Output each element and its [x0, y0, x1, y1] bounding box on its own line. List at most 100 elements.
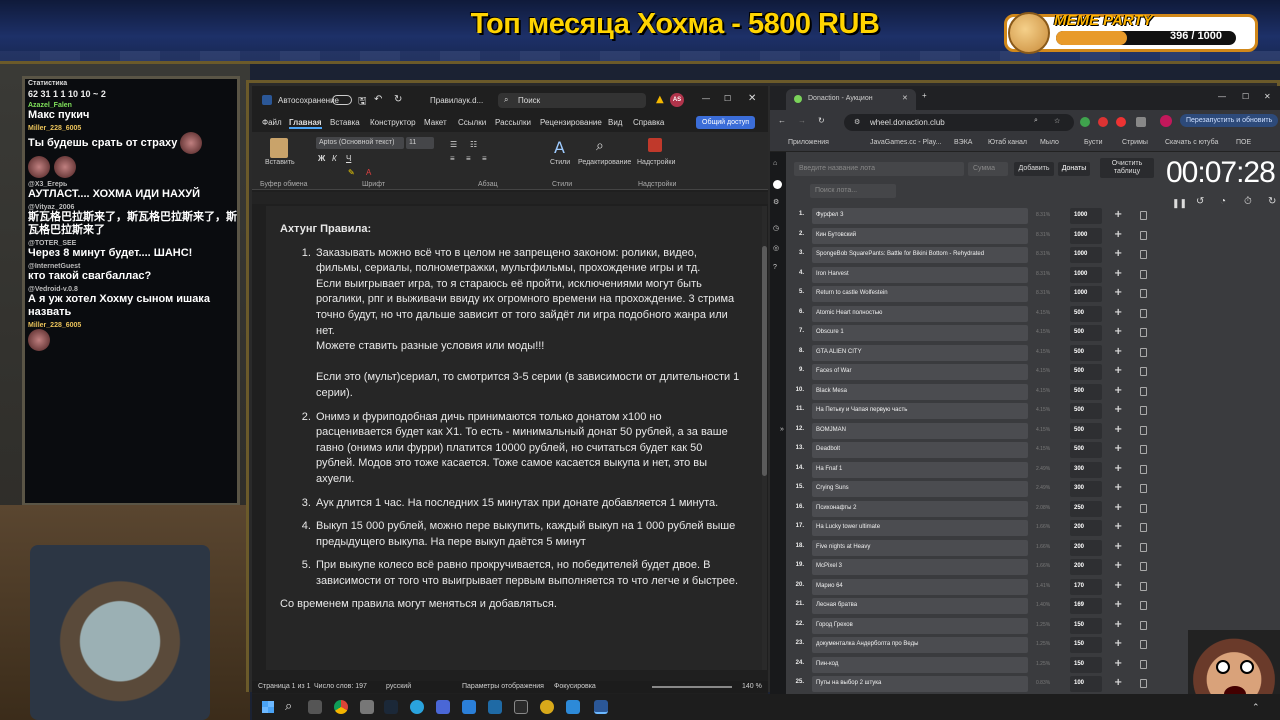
browser-minimize-icon[interactable]: —: [1218, 92, 1226, 101]
document-scrollbar[interactable]: [762, 206, 767, 670]
tab-insert[interactable]: Вставка: [330, 118, 360, 127]
tray-chevron-icon[interactable]: ⌃: [1252, 702, 1260, 713]
status-language[interactable]: русский: [386, 683, 411, 690]
share-button[interactable]: Общий доступ: [696, 116, 756, 129]
addins-button[interactable]: Надстройки: [637, 159, 675, 166]
lot-amount-field[interactable]: 1000: [1070, 286, 1102, 302]
delete-lot-icon[interactable]: [1140, 562, 1147, 571]
lot-name-field[interactable]: Психонафты 2: [812, 500, 1028, 517]
addins-icon[interactable]: [648, 138, 662, 152]
delete-lot-icon[interactable]: [1140, 503, 1147, 513]
add-amount-icon[interactable]: +: [1114, 424, 1122, 435]
address-bar[interactable]: ⚙ wheel.donaction.club ⌕ ☆: [844, 114, 1074, 131]
browser-close-icon[interactable]: ✕: [1264, 92, 1271, 101]
lot-search-input[interactable]: Поиск лота...: [810, 184, 896, 198]
lot-amount-field[interactable]: 500: [1070, 325, 1102, 341]
font-color-icon[interactable]: A: [366, 168, 371, 177]
add-amount-icon[interactable]: +: [1114, 463, 1122, 474]
lot-name-field[interactable]: Obscure 1: [812, 325, 1028, 341]
redo-icon[interactable]: ↻: [394, 94, 402, 105]
delete-lot-icon[interactable]: [1140, 250, 1147, 259]
tab-layout[interactable]: Макет: [424, 118, 447, 127]
lot-name-field[interactable]: BOMJMAN: [812, 422, 1028, 439]
lot-amount-field[interactable]: 1000: [1070, 247, 1102, 263]
sidebar-expand-icon[interactable]: »: [780, 426, 784, 433]
lot-amount-field[interactable]: 1000: [1070, 266, 1102, 283]
delete-lot-icon[interactable]: [1140, 367, 1147, 376]
delete-lot-icon[interactable]: [1140, 659, 1147, 669]
extension-icon[interactable]: [1116, 117, 1126, 127]
lot-amount-field[interactable]: 100: [1070, 676, 1102, 692]
italic-icon[interactable]: К: [332, 154, 337, 163]
user-avatar[interactable]: AS: [670, 93, 684, 107]
lot-amount-field[interactable]: 500: [1070, 383, 1102, 400]
donates-button[interactable]: Донаты: [1058, 162, 1090, 176]
tab-design[interactable]: Конструктор: [370, 118, 416, 127]
extension-icon[interactable]: [1080, 117, 1090, 127]
rewind-icon[interactable]: ↺: [1196, 196, 1204, 207]
chrome-icon[interactable]: [334, 700, 348, 714]
align-left-icon[interactable]: ≡: [450, 154, 455, 163]
autosave-toggle[interactable]: [332, 95, 352, 105]
delete-lot-icon[interactable]: [1140, 347, 1147, 357]
bookmark-star-icon[interactable]: ☆: [1054, 117, 1060, 125]
add-amount-icon[interactable]: +: [1114, 404, 1122, 415]
forward-icon[interactable]: →: [798, 116, 806, 125]
bold-icon[interactable]: Ж: [318, 154, 325, 163]
save-icon[interactable]: 🖫: [358, 94, 367, 111]
tab-help[interactable]: Справка: [633, 118, 664, 127]
browser-maximize-icon[interactable]: ☐: [1242, 92, 1249, 101]
lot-name-field[interactable]: Five nights at Heavy: [812, 539, 1028, 556]
add-amount-icon[interactable]: +: [1114, 658, 1122, 669]
numbering-icon[interactable]: ☷: [470, 140, 477, 149]
bookmark-item[interactable]: Бусти: [1084, 139, 1102, 146]
add-amount-icon[interactable]: +: [1114, 385, 1122, 396]
lot-amount-field[interactable]: 200: [1070, 520, 1102, 536]
add-amount-icon[interactable]: +: [1114, 482, 1122, 493]
add-amount-icon[interactable]: +: [1114, 638, 1122, 649]
lot-amount-field[interactable]: 150: [1070, 656, 1102, 673]
status-page[interactable]: Страница 1 из 1: [258, 683, 310, 690]
lot-name-field[interactable]: Фурфел 3: [812, 208, 1028, 224]
sidebar-theme-icon[interactable]: [773, 180, 782, 189]
add-amount-icon[interactable]: +: [1114, 248, 1122, 259]
delete-lot-icon[interactable]: [1140, 230, 1147, 240]
delete-lot-icon[interactable]: [1140, 640, 1147, 649]
add-amount-icon[interactable]: +: [1114, 560, 1122, 571]
sidebar-help-icon[interactable]: ?: [773, 264, 777, 271]
lot-name-field[interactable]: Iron Harvest: [812, 266, 1028, 283]
add-amount-icon[interactable]: +: [1114, 229, 1122, 240]
add-amount-icon[interactable]: +: [1114, 619, 1122, 630]
font-family-select[interactable]: Aptos (Основной текст): [316, 137, 404, 149]
document-filename[interactable]: Правилаук.d...: [430, 96, 483, 105]
lot-amount-field[interactable]: 250: [1070, 500, 1102, 517]
tab-file[interactable]: Файл: [262, 118, 282, 127]
lot-amount-field[interactable]: 500: [1070, 442, 1102, 458]
add-amount-icon[interactable]: +: [1114, 599, 1122, 610]
highlight-icon[interactable]: ✎: [348, 168, 355, 177]
restart-update-button[interactable]: Перезапустить и обновить: [1180, 114, 1279, 127]
lot-name-field[interactable]: Atomic Heart полностью: [812, 305, 1028, 322]
bookmark-item[interactable]: JavaGames.cc - Play...: [870, 139, 941, 146]
lot-name-field[interactable]: Faces of War: [812, 364, 1028, 380]
lot-amount-field[interactable]: 500: [1070, 305, 1102, 322]
bookmark-item[interactable]: ПОЕ: [1236, 139, 1251, 146]
bookmark-item[interactable]: Мыло: [1040, 139, 1059, 146]
lot-amount-field[interactable]: 500: [1070, 344, 1102, 361]
font-size-select[interactable]: 11: [406, 137, 434, 149]
pause-icon[interactable]: ❚❚: [1172, 198, 1187, 209]
extensions-puzzle-icon[interactable]: [1136, 117, 1146, 127]
word-taskbar-icon[interactable]: [594, 700, 608, 714]
timer-add-icon[interactable]: ◔: [1220, 196, 1226, 207]
search-icon[interactable]: ⌕: [285, 698, 292, 714]
sidebar-settings-icon[interactable]: ⚙: [773, 198, 779, 206]
display-settings-button[interactable]: Параметры отображения: [462, 683, 544, 690]
add-amount-icon[interactable]: +: [1114, 307, 1122, 318]
new-tab-icon[interactable]: +: [922, 91, 927, 100]
delete-lot-icon[interactable]: [1140, 679, 1147, 688]
timer-reset-icon[interactable]: ↻: [1268, 196, 1276, 207]
obs-icon[interactable]: [514, 700, 528, 714]
styles-button[interactable]: Стили: [550, 159, 570, 166]
delete-lot-icon[interactable]: [1140, 269, 1147, 279]
zoom-slider[interactable]: [652, 686, 732, 688]
